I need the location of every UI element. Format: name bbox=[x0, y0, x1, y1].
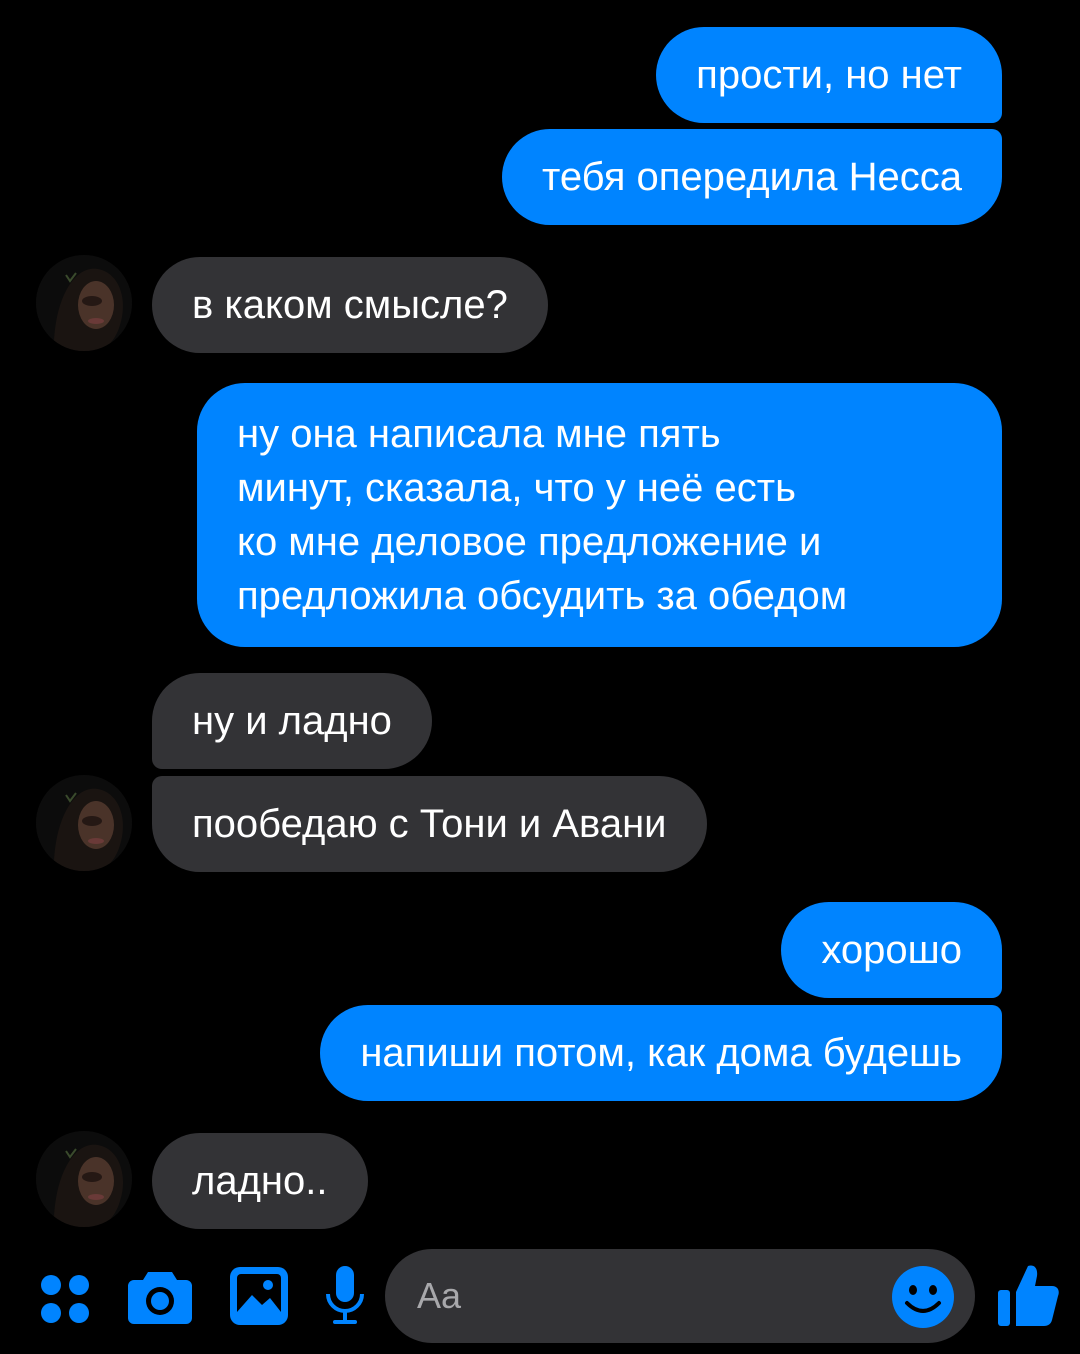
camera-icon[interactable] bbox=[128, 1268, 192, 1324]
avatar-image bbox=[36, 255, 132, 351]
message-text: тебя опередила Несса bbox=[542, 155, 962, 199]
message-text: в каком смысле? bbox=[192, 283, 508, 327]
gallery-icon[interactable] bbox=[230, 1267, 288, 1325]
thumbs-up-icon[interactable] bbox=[996, 1262, 1060, 1328]
message-incoming[interactable]: в каком смысле? bbox=[152, 257, 548, 353]
microphone-icon[interactable] bbox=[325, 1266, 365, 1328]
contact-avatar[interactable] bbox=[36, 775, 132, 871]
message-line: минут, сказала, что у неё есть bbox=[237, 466, 796, 510]
more-actions-icon[interactable] bbox=[38, 1272, 92, 1326]
message-incoming[interactable]: ладно.. bbox=[152, 1133, 368, 1229]
avatar-image bbox=[36, 775, 132, 871]
message-text: пообедаю с Тони и Авани bbox=[192, 802, 667, 846]
message-incoming[interactable]: пообедаю с Тони и Авани bbox=[152, 776, 707, 872]
message-outgoing[interactable]: прости, но нет bbox=[656, 27, 1002, 123]
message-outgoing[interactable]: хорошо bbox=[781, 902, 1002, 998]
contact-avatar[interactable] bbox=[36, 255, 132, 351]
contact-avatar[interactable] bbox=[36, 1131, 132, 1227]
message-incoming[interactable]: ну и ладно bbox=[152, 673, 432, 769]
message-text: ну и ладно bbox=[192, 699, 392, 743]
message-line: ко мне деловое предложение и bbox=[237, 520, 822, 564]
message-text: ладно.. bbox=[192, 1159, 328, 1203]
message-input[interactable]: Aa bbox=[385, 1249, 975, 1343]
emoji-icon[interactable] bbox=[891, 1265, 955, 1329]
message-outgoing[interactable]: напиши потом, как дома будешь bbox=[320, 1005, 1002, 1101]
message-line: ну она написала мне пять bbox=[237, 412, 721, 456]
message-text: напиши потом, как дома будешь bbox=[360, 1031, 962, 1075]
avatar-image bbox=[36, 1131, 132, 1227]
message-input-placeholder: Aa bbox=[417, 1275, 462, 1316]
message-line: предложила обсудить за обедом bbox=[237, 574, 848, 618]
message-outgoing[interactable]: тебя опередила Несса bbox=[502, 129, 1002, 225]
message-text: прости, но нет bbox=[696, 53, 962, 97]
message-text: хорошо bbox=[821, 928, 962, 972]
message-outgoing[interactable]: ну она написала мне пять минут, сказала,… bbox=[197, 383, 1002, 647]
